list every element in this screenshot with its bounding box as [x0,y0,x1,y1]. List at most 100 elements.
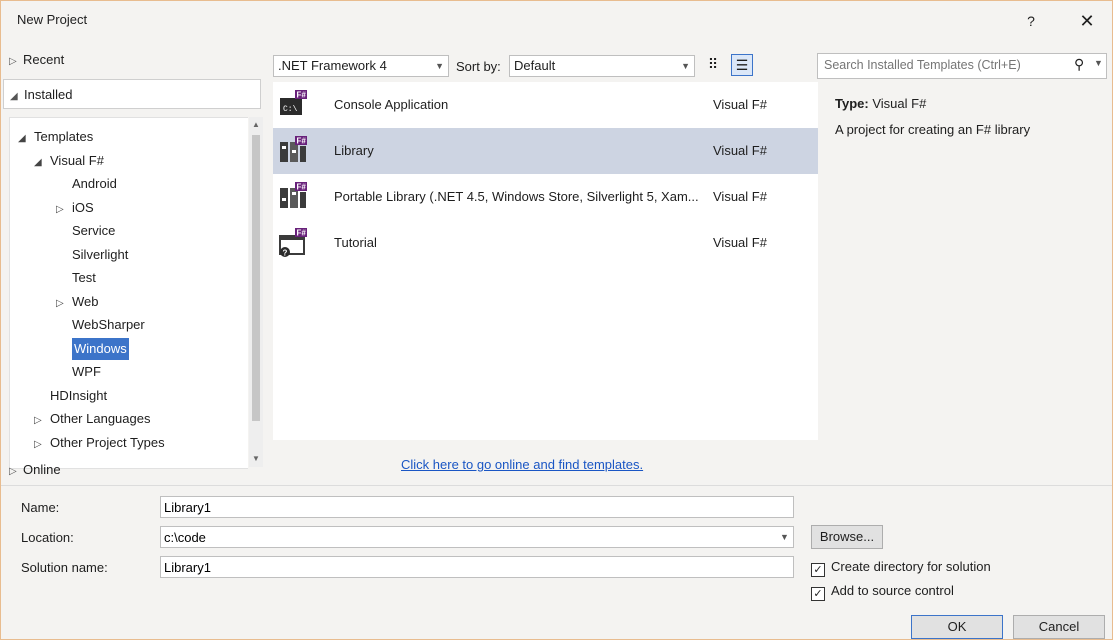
checkmark-icon: ✓ [811,587,825,601]
sort-label: Sort by: [456,59,501,74]
scroll-down-icon[interactable]: ▼ [249,451,263,467]
recent-label: Recent [23,52,65,67]
template-row[interactable]: C:\ F# Console Application Visual F# [273,82,818,128]
template-name: Tutorial [334,235,377,250]
template-row[interactable]: F# Library Visual F# [273,128,818,174]
template-description: A project for creating an F# library [835,122,1031,137]
tree-item-label: Templates [34,129,94,144]
recent-section[interactable]: ▷ Recent [9,45,64,75]
name-label: Name: [21,500,60,515]
tree-item-service[interactable]: Service [72,220,115,242]
tree-item-silverlight[interactable]: Silverlight [72,244,128,266]
svg-text:F#: F# [297,137,307,146]
checkmark-icon: ✓ [811,563,825,577]
browse-button[interactable]: Browse... [811,525,883,549]
location-label: Location: [21,530,74,545]
collapse-arrow-icon: ◢ [10,91,18,102]
tree-item-label: Service [72,223,116,238]
template-name: Portable Library (.NET 4.5, Windows Stor… [334,189,699,204]
tree-scrollbar[interactable]: ▲ ▼ [249,117,263,467]
expand-arrow-icon[interactable]: ▷ [34,434,50,456]
library-icon: F# [279,136,309,166]
tree-item-web[interactable]: ▷ Web [56,291,99,313]
tree-item-label: WebSharper [72,317,145,332]
tree-item-test[interactable]: Test [72,267,96,289]
scrollbar-thumb[interactable] [252,135,260,421]
chevron-down-icon: ▼ [681,61,690,71]
tree-item-ios[interactable]: ▷ iOS [56,197,94,219]
expand-arrow-icon[interactable]: ▷ [56,199,72,221]
chevron-down-icon[interactable]: ▼ [1094,58,1103,68]
installed-section[interactable]: ◢ Installed [3,79,261,109]
tree-item-label: Windows [74,340,127,356]
tree-item-label: iOS [72,199,94,215]
ok-button[interactable]: OK [911,615,1003,639]
find-online-templates-link[interactable]: Click here to go online and find templat… [401,457,643,472]
expand-arrow-icon: ▷ [9,466,17,477]
collapse-arrow-icon[interactable]: ◢ [34,152,50,174]
expand-arrow-icon[interactable]: ▷ [34,410,50,432]
tree-item-label: Other Languages [50,411,151,426]
online-section[interactable]: ▷ Online [9,455,61,485]
cancel-button[interactable]: Cancel [1013,615,1105,639]
tree-item-hdinsight[interactable]: HDInsight [50,385,107,407]
chevron-down-icon[interactable]: ▼ [780,532,789,542]
project-name-field[interactable] [160,496,794,518]
tree-item-other-project-types[interactable]: ▷ Other Project Types [34,432,165,454]
close-button[interactable]: ✕ [1073,9,1101,33]
scroll-up-icon[interactable]: ▲ [249,117,263,133]
template-details-panel: Type: Visual F# A project for creating a… [819,82,1109,482]
template-list: C:\ F# Console Application Visual F# F# Libra… [273,82,818,440]
tree-item-label: Web [72,293,99,309]
template-tree: ◢ Templates ◢ Visual F# Android ▷ iOS Service Si… [9,117,248,469]
svg-text:F#: F# [297,183,307,192]
portable-library-icon: F# [279,182,309,212]
svg-text:F#: F# [297,91,307,100]
framework-value: .NET Framework 4 [278,58,387,73]
template-name: Console Application [334,97,449,112]
list-view-button[interactable]: ☰ [731,54,753,76]
project-form: Name: Location: ▼ Browse... Solution nam… [1,485,1112,639]
collapse-arrow-icon[interactable]: ◢ [18,128,34,150]
tree-item-windows[interactable]: Windows [72,337,129,360]
expand-arrow-icon[interactable]: ▷ [56,293,72,315]
create-directory-checkbox[interactable]: ✓ Create directory for solution [811,559,991,577]
tree-item-android[interactable]: Android [72,173,117,195]
tree-item-label: Visual F# [50,152,104,168]
location-field[interactable] [160,526,794,548]
sort-value: Default [514,58,556,73]
help-button[interactable]: ? [1017,9,1045,33]
framework-select[interactable]: .NET Framework 4 ▼ [273,55,449,77]
tree-item-visual-f-[interactable]: ◢ Visual F# [34,150,104,172]
search-box[interactable]: ⚲ ▼ [817,53,1107,79]
template-language: Visual F# [713,97,767,112]
template-language: Visual F# [713,235,767,250]
template-language: Visual F# [713,143,767,158]
template-name: Library [334,143,374,158]
tree-item-websharper[interactable]: WebSharper [72,314,145,336]
type-value: Visual F# [872,96,927,111]
grid-icon: ⠿ [707,56,719,72]
template-language: Visual F# [713,189,767,204]
search-icon[interactable]: ⚲ [1074,56,1084,73]
tree-item-wpf[interactable]: WPF [72,361,101,383]
expand-arrow-icon: ▷ [9,56,17,67]
template-category-panel: ▷ Recent ◢ Installed ◢ Templates ◢ Visual F# A… [1,45,267,485]
sort-select[interactable]: Default ▼ [509,55,695,77]
installed-label: Installed [24,87,73,102]
tree-item-other-languages[interactable]: ▷ Other Languages [34,408,150,430]
search-input[interactable] [822,57,1066,73]
create-directory-label: Create directory for solution [831,559,991,574]
dialog-title: New Project [17,12,88,27]
tutorial-icon: ? F# [279,228,309,258]
template-row[interactable]: F# Portable Library (.NET 4.5, Windows St… [273,174,818,220]
solution-name-field[interactable] [160,556,794,578]
template-row[interactable]: ? F# Tutorial Visual F# [273,220,818,266]
tree-item-label: Test [72,270,96,285]
source-control-label: Add to source control [831,583,954,598]
source-control-checkbox[interactable]: ✓ Add to source control [811,583,954,601]
tree-item-label: Other Project Types [50,434,165,450]
medium-icons-view-button[interactable]: ⠿ [702,54,724,76]
tree-item-label: Android [72,176,117,191]
tree-item-templates[interactable]: ◢ Templates [18,126,93,148]
